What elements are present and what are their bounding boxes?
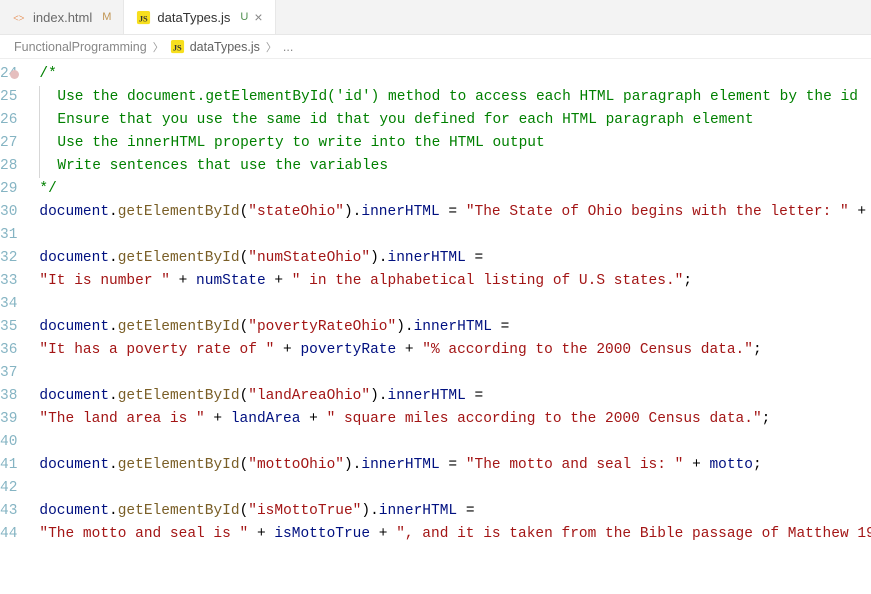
code-editor[interactable]: 2425262728293031323334353637383940414243… <box>0 59 871 594</box>
code-content[interactable]: /*Use the document.getElementById('id') … <box>31 59 871 594</box>
line-number: 25 <box>0 86 17 109</box>
code-line[interactable]: /* <box>39 63 871 86</box>
tab-label: index.html <box>33 10 92 25</box>
line-number: 41 <box>0 454 17 477</box>
line-number: 38 <box>0 385 17 408</box>
line-number: 33 <box>0 270 17 293</box>
code-line[interactable]: document.getElementById("povertyRateOhio… <box>39 316 871 339</box>
code-line[interactable]: document.getElementById("stateOhio").inn… <box>39 201 871 224</box>
code-line[interactable] <box>39 431 871 454</box>
tab-untracked-indicator: U <box>240 11 248 23</box>
tab-modified-indicator: M <box>102 11 111 23</box>
chevron-right-icon: 〉 <box>266 39 277 55</box>
line-number: 42 <box>0 477 17 500</box>
code-line[interactable]: Use the innerHTML property to write into… <box>39 132 871 155</box>
svg-text:<>: <> <box>13 13 25 24</box>
breadcrumb-file[interactable]: JS dataTypes.js <box>170 39 260 54</box>
code-line[interactable]: document.getElementById("isMottoTrue").i… <box>39 500 871 523</box>
svg-text:JS: JS <box>139 13 148 23</box>
code-line[interactable]: document.getElementById("landAreaOhio").… <box>39 385 871 408</box>
line-number: 34 <box>0 293 17 316</box>
code-line[interactable]: "It is number " + numState + " in the al… <box>39 270 871 293</box>
code-line[interactable]: document.getElementById("mottoOhio").inn… <box>39 454 871 477</box>
code-line[interactable]: Write sentences that use the variables <box>39 155 871 178</box>
line-number: 44 <box>0 523 17 546</box>
code-line[interactable]: Ensure that you use the same id that you… <box>39 109 871 132</box>
code-line[interactable] <box>39 362 871 385</box>
line-number: 30 <box>0 201 17 224</box>
js-file-icon: JS <box>170 39 185 54</box>
code-line[interactable]: Use the document.getElementById('id') me… <box>39 86 871 109</box>
line-number: 31 <box>0 224 17 247</box>
chevron-right-icon: 〉 <box>153 39 164 55</box>
code-line[interactable]: "It has a poverty rate of " + povertyRat… <box>39 339 871 362</box>
editor-tabbar: <> index.html M JS dataTypes.js U × <box>0 0 871 35</box>
code-line[interactable]: "The land area is " + landArea + " squar… <box>39 408 871 431</box>
line-number: 27 <box>0 132 17 155</box>
close-icon[interactable]: × <box>254 10 262 24</box>
code-line[interactable]: */ <box>39 178 871 201</box>
breadcrumb-trail[interactable]: ... <box>283 40 293 54</box>
code-line[interactable] <box>39 477 871 500</box>
line-number: 43 <box>0 500 17 523</box>
js-file-icon: JS <box>136 10 151 25</box>
code-line[interactable] <box>39 293 871 316</box>
html-file-icon: <> <box>12 10 27 25</box>
code-line[interactable]: document.getElementById("numStateOhio").… <box>39 247 871 270</box>
line-number: 36 <box>0 339 17 362</box>
svg-text:JS: JS <box>173 42 182 52</box>
tab-datatypes-js[interactable]: JS dataTypes.js U × <box>124 0 275 34</box>
line-number-gutter: 2425262728293031323334353637383940414243… <box>0 59 31 594</box>
line-number: 39 <box>0 408 17 431</box>
line-number: 35 <box>0 316 17 339</box>
line-number: 40 <box>0 431 17 454</box>
line-number: 26 <box>0 109 17 132</box>
modified-line-dot <box>10 70 19 79</box>
breadcrumb-folder[interactable]: FunctionalProgramming <box>14 40 147 54</box>
line-number: 32 <box>0 247 17 270</box>
breadcrumb[interactable]: FunctionalProgramming 〉 JS dataTypes.js … <box>0 35 871 59</box>
tab-index-html[interactable]: <> index.html M <box>0 0 124 34</box>
line-number: 29 <box>0 178 17 201</box>
line-number: 28 <box>0 155 17 178</box>
tab-label: dataTypes.js <box>157 10 230 25</box>
line-number: 37 <box>0 362 17 385</box>
code-line[interactable]: "The motto and seal is " + isMottoTrue +… <box>39 523 871 546</box>
code-line[interactable] <box>39 224 871 247</box>
